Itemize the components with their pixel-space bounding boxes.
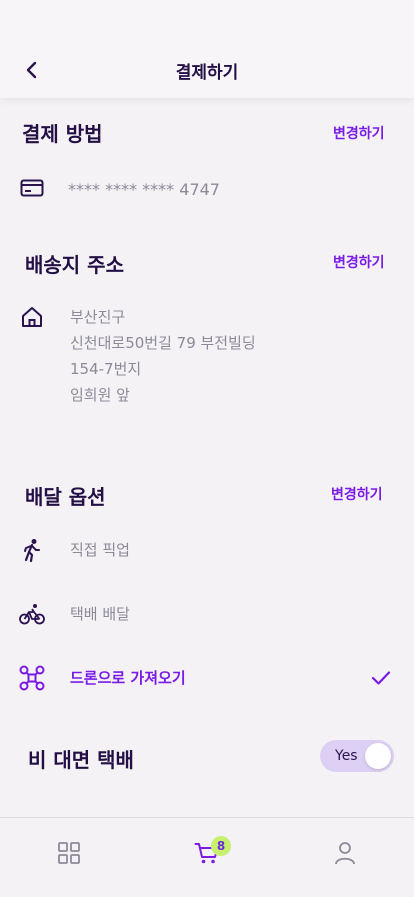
tab-profile[interactable]	[330, 838, 360, 868]
delivery-options-title: 배달 옵션	[25, 485, 106, 509]
home-icon	[20, 305, 44, 329]
drone-icon	[18, 664, 46, 692]
address-change-button[interactable]: 변경하기	[333, 252, 385, 272]
delivery-option-label: 드론으로 가져오기	[70, 669, 186, 687]
credit-card-icon	[20, 178, 44, 198]
delivery-option-pickup[interactable]: 직접 픽업	[0, 528, 414, 572]
user-icon	[335, 842, 355, 865]
payment-change-button[interactable]: 변경하기	[333, 123, 385, 143]
tab-home[interactable]	[54, 838, 84, 868]
delivery-option-parcel[interactable]: 택배 배달	[0, 592, 414, 636]
address-line: 임희원 앞	[70, 386, 130, 404]
walking-person-icon	[20, 538, 44, 562]
payment-method-title: 결제 방법	[22, 122, 103, 146]
toggle-knob	[365, 743, 391, 769]
grid-icon	[58, 842, 80, 864]
address-block: 부산진구 신천대로50번길 79 부전빌딩 154-7번지 임희원 앞	[70, 304, 256, 408]
cart-count-badge: 8	[211, 836, 231, 856]
delivery-option-label: 직접 픽업	[70, 541, 130, 559]
delivery-option-label: 택배 배달	[70, 605, 130, 623]
page-title: 결제하기	[175, 63, 239, 83]
address-line: 154-7번지	[70, 360, 142, 378]
delivery-option-drone[interactable]: 드론으로 가져오기	[0, 656, 414, 700]
card-number: **** **** **** 4747	[68, 180, 220, 199]
address-line: 신천대로50번길 79 부전빌딩	[70, 334, 256, 352]
app-header: 결제하기	[0, 0, 414, 98]
checkmark-icon	[370, 668, 392, 688]
toggle-label: Yes	[335, 748, 358, 764]
contactless-toggle[interactable]: Yes	[320, 740, 394, 772]
shipping-address-title: 배송지 주소	[25, 253, 124, 277]
contactless-delivery-label: 비 대면 택배	[28, 748, 134, 772]
delivery-change-button[interactable]: 변경하기	[331, 484, 383, 504]
bottom-tab-bar: 8	[0, 817, 414, 897]
address-line: 부산진구	[70, 308, 126, 326]
bicycle-icon	[18, 602, 46, 626]
